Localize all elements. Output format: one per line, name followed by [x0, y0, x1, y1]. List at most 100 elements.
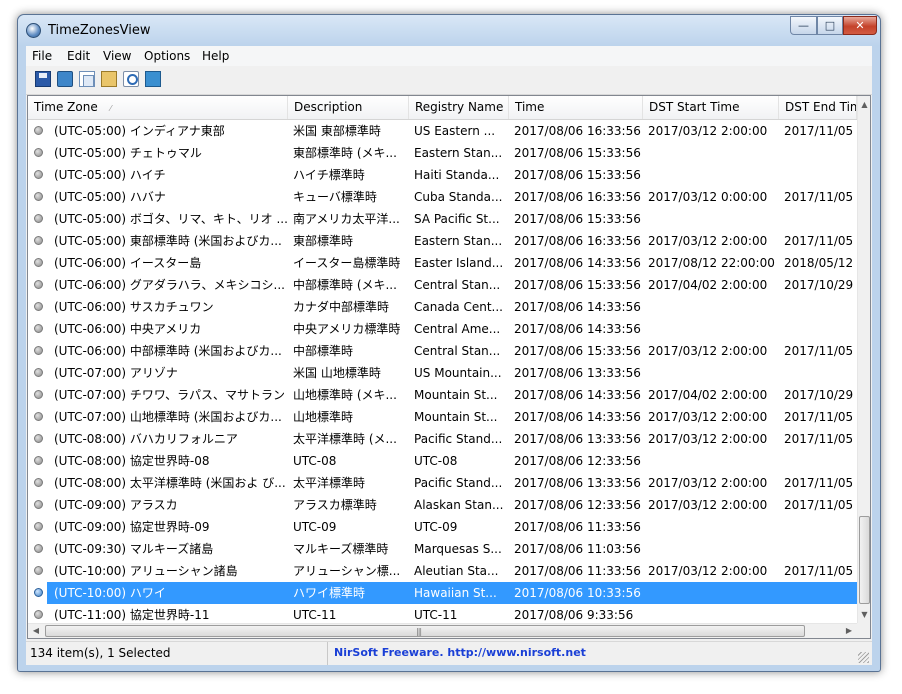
menu-help[interactable]: Help	[202, 49, 229, 63]
horizontal-scrollbar[interactable]: ◀ ||| ▶	[28, 623, 857, 638]
column-header-registry-name[interactable]: Registry Name	[409, 96, 509, 119]
table-row[interactable]: (UTC-09:00) 協定世界時-09 UTC-09 UTC-09 2017/08/…	[28, 516, 857, 538]
scroll-up-arrow-icon[interactable]: ▲	[858, 96, 870, 113]
resize-grip-icon[interactable]	[858, 652, 869, 663]
cell-dst-end: 2017/11/05	[784, 124, 854, 138]
cell-time-zone: (UTC-06:00) 中部標準時 (米国およびカ...	[54, 344, 282, 358]
cell-time: 2017/08/06 11:03:56	[514, 542, 641, 556]
cell-dst-start: 2017/04/02 2:00:00	[648, 388, 768, 402]
cell-description: 山地標準時 (メキ...	[293, 388, 397, 402]
time-zone-icon	[34, 434, 43, 443]
save-icon[interactable]	[35, 71, 51, 87]
column-header-dst-start-time[interactable]: DST Start Time	[643, 96, 779, 119]
exit-icon[interactable]	[145, 71, 161, 87]
horizontal-scroll-thumb[interactable]: |||	[45, 625, 805, 637]
title-bar[interactable]: TimeZonesView — □ ✕	[18, 15, 880, 46]
table-row[interactable]: (UTC-08:00) 協定世界時-08 UTC-08 UTC-08 2017/08/…	[28, 450, 857, 472]
cell-description: アラスカ標準時	[293, 498, 377, 512]
menu-file[interactable]: File	[32, 49, 52, 63]
scroll-left-arrow-icon[interactable]: ◀	[28, 624, 44, 638]
scroll-right-arrow-icon[interactable]: ▶	[841, 624, 857, 638]
menu-edit[interactable]: Edit	[67, 49, 90, 63]
cell-description: 南アメリカ太平洋...	[293, 212, 400, 226]
cell-dst-end: 2017/11/05	[784, 410, 854, 424]
cell-dst-start: 2017/03/12 2:00:00	[648, 476, 768, 490]
cell-dst-start	[648, 208, 780, 230]
cell-dst-end: 2017/11/05	[784, 344, 854, 358]
cell-time: 2017/08/06 14:33:56	[514, 256, 641, 270]
close-button[interactable]: ✕	[843, 16, 877, 35]
table-row[interactable]: (UTC-10:00) アリューシャン諸島 アリューシャン標... Aleutian…	[28, 560, 857, 582]
vertical-scrollbar[interactable]: ▲ ▼	[857, 96, 870, 623]
time-zone-icon	[34, 280, 43, 289]
cell-time-zone: (UTC-07:00) チワワ、ラパス、マサトラン	[54, 388, 286, 402]
cell-description: 中部標準時 (メキ...	[293, 278, 397, 292]
table-row[interactable]: (UTC-06:00) 中部標準時 (米国およびカ... 中部標準時 Central…	[28, 340, 857, 362]
column-header: Time Zone ⁄ Description Registry Name Ti…	[28, 96, 857, 120]
cell-dst-end: 2017/11/05	[784, 564, 854, 578]
table-row[interactable]: (UTC-07:00) 山地標準時 (米国およびカ... 山地標準時 Mountai…	[28, 406, 857, 428]
properties-icon[interactable]	[101, 71, 117, 87]
cell-registry-name: Mountain St...	[414, 410, 498, 424]
minimize-button[interactable]: —	[790, 16, 817, 35]
cell-dst-start	[648, 296, 780, 318]
maximize-button[interactable]: □	[817, 16, 843, 35]
time-zone-icon	[34, 324, 43, 333]
find-icon[interactable]	[123, 71, 139, 87]
cell-dst-end	[784, 538, 857, 560]
cell-time-zone: (UTC-06:00) 中央アメリカ	[54, 322, 202, 336]
table-row[interactable]: (UTC-06:00) グアダラハラ、メキシコシ... 中部標準時 (メキ... C…	[28, 274, 857, 296]
cell-time-zone: (UTC-07:00) アリゾナ	[54, 366, 178, 380]
cell-time-zone: (UTC-08:00) 協定世界時-08	[54, 454, 210, 468]
time-zone-icon	[34, 170, 43, 179]
time-zone-list[interactable]: Time Zone ⁄ Description Registry Name Ti…	[27, 95, 871, 639]
cell-time-zone: (UTC-10:00) アリューシャン諸島	[54, 564, 238, 578]
table-row[interactable]: (UTC-05:00) ハバナ キューバ標準時 Cuba Standa... 2017…	[28, 186, 857, 208]
table-row[interactable]: (UTC-07:00) アリゾナ 米国 山地標準時 US Mountain... 20…	[28, 362, 857, 384]
cell-dst-start	[648, 164, 780, 186]
nirsoft-link[interactable]: NirSoft Freeware. http://www.nirsoft.net	[334, 642, 586, 665]
time-zone-icon	[34, 236, 43, 245]
column-header-time-zone[interactable]: Time Zone ⁄	[28, 96, 288, 119]
cell-time-zone: (UTC-06:00) グアダラハラ、メキシコシ...	[54, 278, 285, 292]
scroll-down-arrow-icon[interactable]: ▼	[858, 606, 870, 623]
table-row[interactable]: (UTC-09:30) マルキーズ諸島 マルキーズ標準時 Marquesas S..…	[28, 538, 857, 560]
copy-icon[interactable]	[79, 71, 95, 87]
cell-time-zone: (UTC-09:00) アラスカ	[54, 498, 178, 512]
table-row[interactable]: (UTC-06:00) 中央アメリカ 中央アメリカ標準時 Central Ame..…	[28, 318, 857, 340]
cell-time: 2017/08/06 13:33:56	[514, 432, 641, 446]
cell-dst-end: 2017/10/29	[784, 388, 854, 402]
window-title: TimeZonesView	[48, 23, 151, 38]
column-header-time[interactable]: Time	[509, 96, 643, 119]
cell-time: 2017/08/06 12:33:56	[514, 454, 641, 468]
table-row[interactable]: (UTC-05:00) インディアナ東部 米国 東部標準時 US Eastern .…	[28, 120, 857, 142]
cell-description: イースター島標準時	[293, 256, 401, 270]
cell-time-zone: (UTC-09:00) 協定世界時-09	[54, 520, 210, 534]
vertical-scroll-thumb[interactable]	[859, 516, 870, 604]
table-row[interactable]: (UTC-09:00) アラスカ アラスカ標準時 Alaskan Stan... 20…	[28, 494, 857, 516]
cell-registry-name: Central Ame...	[414, 322, 501, 336]
table-row[interactable]: (UTC-08:00) バハカリフォルニア 太平洋標準時 (メ... Pacific…	[28, 428, 857, 450]
table-row[interactable]: (UTC-05:00) ハイチ ハイチ標準時 Haiti Standa... 2017…	[28, 164, 857, 186]
table-row[interactable]: (UTC-05:00) チェトゥマル 東部標準時 (メキ... Eastern St…	[28, 142, 857, 164]
table-row[interactable]: (UTC-05:00) ボゴタ、リマ、キト、リオ ... 南アメリカ太平洋... S…	[28, 208, 857, 230]
table-row[interactable]: (UTC-10:00) ハワイ ハワイ標準時 Hawaiian St... 2017/…	[28, 582, 857, 604]
cell-description: UTC-09	[293, 520, 337, 534]
table-row[interactable]: (UTC-08:00) 太平洋標準時 (米国およ び... 太平洋標準時 Pacif…	[28, 472, 857, 494]
table-row[interactable]: (UTC-06:00) イースター島 イースター島標準時 Easter Island…	[28, 252, 857, 274]
table-row[interactable]: (UTC-06:00) サスカチュワン カナダ中部標準時 Canada Cent..…	[28, 296, 857, 318]
refresh-icon[interactable]	[57, 71, 73, 87]
cell-time: 2017/08/06 14:33:56	[514, 322, 641, 336]
table-row[interactable]: (UTC-05:00) 東部標準時 (米国およびカ... 東部標準時 Eastern…	[28, 230, 857, 252]
table-row[interactable]: (UTC-07:00) チワワ、ラパス、マサトラン 山地標準時 (メキ... Mou…	[28, 384, 857, 406]
cell-registry-name: Aleutian Sta...	[414, 564, 499, 578]
menu-options[interactable]: Options	[144, 49, 190, 63]
cell-registry-name: Cuba Standa...	[414, 190, 503, 204]
column-header-description[interactable]: Description	[288, 96, 409, 119]
column-header-dst-end-time[interactable]: DST End Time	[779, 96, 857, 119]
main-window: TimeZonesView — □ ✕ File Edit View Optio…	[17, 14, 881, 672]
cell-registry-name: Pacific Stand...	[414, 432, 503, 446]
cell-time-zone: (UTC-08:00) バハカリフォルニア	[54, 432, 238, 446]
menu-view[interactable]: View	[103, 49, 131, 63]
cell-dst-end	[784, 582, 857, 604]
